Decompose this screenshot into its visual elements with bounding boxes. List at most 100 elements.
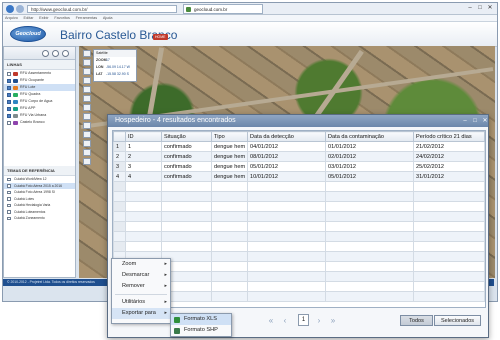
info-tool-icon[interactable] [83,95,91,102]
print-tool-icon[interactable] [83,113,91,120]
menu-item-utilitarios[interactable]: Utilitários ▸ [112,297,170,308]
last-page-icon[interactable]: » [328,316,338,326]
dialog-titlebar: Hospedeiro - 4 resultados encontrados – … [108,115,488,127]
pan-tool-icon[interactable] [83,50,91,57]
reference-item[interactable]: Cuiabá Zoneamento [4,215,75,222]
layer-item[interactable]: RFU APP [4,105,75,112]
layer-checkbox[interactable] [7,114,11,118]
page-number-input[interactable]: 1 [298,314,309,326]
zoom-out-tool-icon[interactable] [83,68,91,75]
reference-checkbox[interactable] [7,203,11,207]
empty-cell [325,261,414,272]
row-number-header [113,131,126,142]
layer-checkbox[interactable] [7,79,11,83]
layer-checkbox[interactable] [7,86,11,90]
minimize-icon[interactable]: – [465,4,475,12]
dialog-close-icon[interactable]: ✕ [481,117,489,125]
layer-item[interactable]: RFU Corpo de Agua [4,98,75,105]
forward-button[interactable] [16,5,24,13]
all-button[interactable]: Todos [400,315,433,326]
column-header[interactable]: Tipo [211,131,248,142]
menu-item-desmarcar[interactable]: Desmarcar ▸ [112,270,170,281]
reference-label: Cuiabá Loteamentos [14,209,46,214]
empty-cell [413,251,485,262]
add-icon[interactable] [62,50,69,57]
menu-item-ajuda[interactable]: Ajuda [101,15,115,22]
menu-item-editar[interactable]: Editar [22,15,36,22]
browser-tab[interactable]: geocloud.com.br [183,4,263,14]
dialog-maximize-icon[interactable]: □ [471,117,479,125]
search-tool-icon[interactable] [83,131,91,138]
next-page-icon[interactable]: › [314,316,324,326]
close-window-icon[interactable]: ✕ [485,4,495,12]
maximize-icon[interactable]: □ [475,4,485,12]
first-page-icon[interactable]: « [266,316,276,326]
layer-item[interactable]: RFU Ocupante [4,77,75,84]
reference-checkbox[interactable] [7,216,11,220]
column-header[interactable]: Situação [161,131,212,142]
refresh-icon[interactable] [52,50,59,57]
prev-page-icon[interactable]: ‹ [280,316,290,326]
selected-button[interactable]: Selecionados [434,315,481,326]
menu-item-arquivo[interactable]: Arquivo [3,15,20,22]
layer-item[interactable]: RFU Via Urbana [4,112,75,119]
column-header[interactable]: Período crítico 21 dias [413,131,485,142]
column-header[interactable]: ID [125,131,162,142]
menu-item-remover[interactable]: Remover ▸ [112,281,170,292]
back-button[interactable] [6,5,14,13]
table-row[interactable]: 2 2 confirmado dengue hem 08/01/2012 02/01/20… [113,151,485,162]
layer-checkbox[interactable] [7,72,11,76]
menu-item-exibir[interactable]: Exibir [37,15,51,22]
layer-item[interactable]: RFU Lote [4,84,75,91]
empty-table-row [113,201,485,212]
layer-swatch-icon [13,106,18,111]
reference-checkbox[interactable] [7,197,11,201]
menu-item-zoom[interactable]: Zoom ▸ [112,259,170,270]
menu-item-formato-xls[interactable]: Formato XLS [171,314,231,325]
reference-checkbox[interactable] [7,177,11,181]
measure-tool-icon[interactable] [83,86,91,93]
help-tool-icon[interactable] [83,158,91,165]
select-tool-icon[interactable] [83,77,91,84]
reference-checkbox[interactable] [7,184,11,188]
submenu-arrow-icon: ▸ [164,310,167,316]
layer-checkbox[interactable] [7,100,11,104]
empty-table-row [113,241,485,252]
menu-item-formato-shp[interactable]: Formato SHP [171,325,231,336]
empty-cell [413,211,485,222]
reference-checkbox[interactable] [7,190,11,194]
table-cell: 05/01/2012 [325,171,414,182]
layer-item[interactable]: RFU Quadra [4,91,75,98]
basemap-select[interactable]: Satélite [94,50,136,57]
table-cell: dengue hem [211,161,248,172]
edit-icon[interactable] [42,50,49,57]
layer-item[interactable]: RFU Assentamento [4,70,75,77]
empty-cell [211,181,248,192]
column-header[interactable]: Data da detecção [247,131,326,142]
zoom-in-tool-icon[interactable] [83,59,91,66]
menu-item-favoritos[interactable]: Favoritos [52,15,72,22]
empty-cell [161,241,212,252]
table-row[interactable]: 1 1 confirmado dengue hem 04/01/2012 01/01/20… [113,141,485,152]
export-tool-icon[interactable] [83,140,91,147]
address-bar[interactable]: http://www.geocloud.com.br/ [27,5,177,13]
layer-tool-icon[interactable] [83,122,91,129]
draw-tool-icon[interactable] [83,104,91,111]
empty-cell [161,191,212,202]
table-row[interactable]: 3 3 confirmado dengue hem 05/01/2012 03/01/20… [113,161,485,172]
empty-cell [113,181,126,192]
settings-tool-icon[interactable] [83,149,91,156]
reference-checkbox[interactable] [7,210,11,214]
empty-cell [247,261,326,272]
layer-item[interactable]: Castelo Branco [4,119,75,126]
layer-swatch-icon [13,85,18,90]
layer-checkbox[interactable] [7,93,11,97]
layer-checkbox[interactable] [7,121,11,125]
menu-item-exportar-para[interactable]: Exportar para ▸ [112,308,170,319]
home-badge[interactable]: HOME [153,34,168,40]
column-header[interactable]: Data da contaminação [325,131,414,142]
dialog-minimize-icon[interactable]: – [461,117,469,125]
table-row[interactable]: 4 4 confirmado dengue hem 10/01/2012 05/01/20… [113,171,485,182]
menu-item-ferramentas[interactable]: Ferramentas [74,15,100,22]
layer-checkbox[interactable] [7,107,11,111]
